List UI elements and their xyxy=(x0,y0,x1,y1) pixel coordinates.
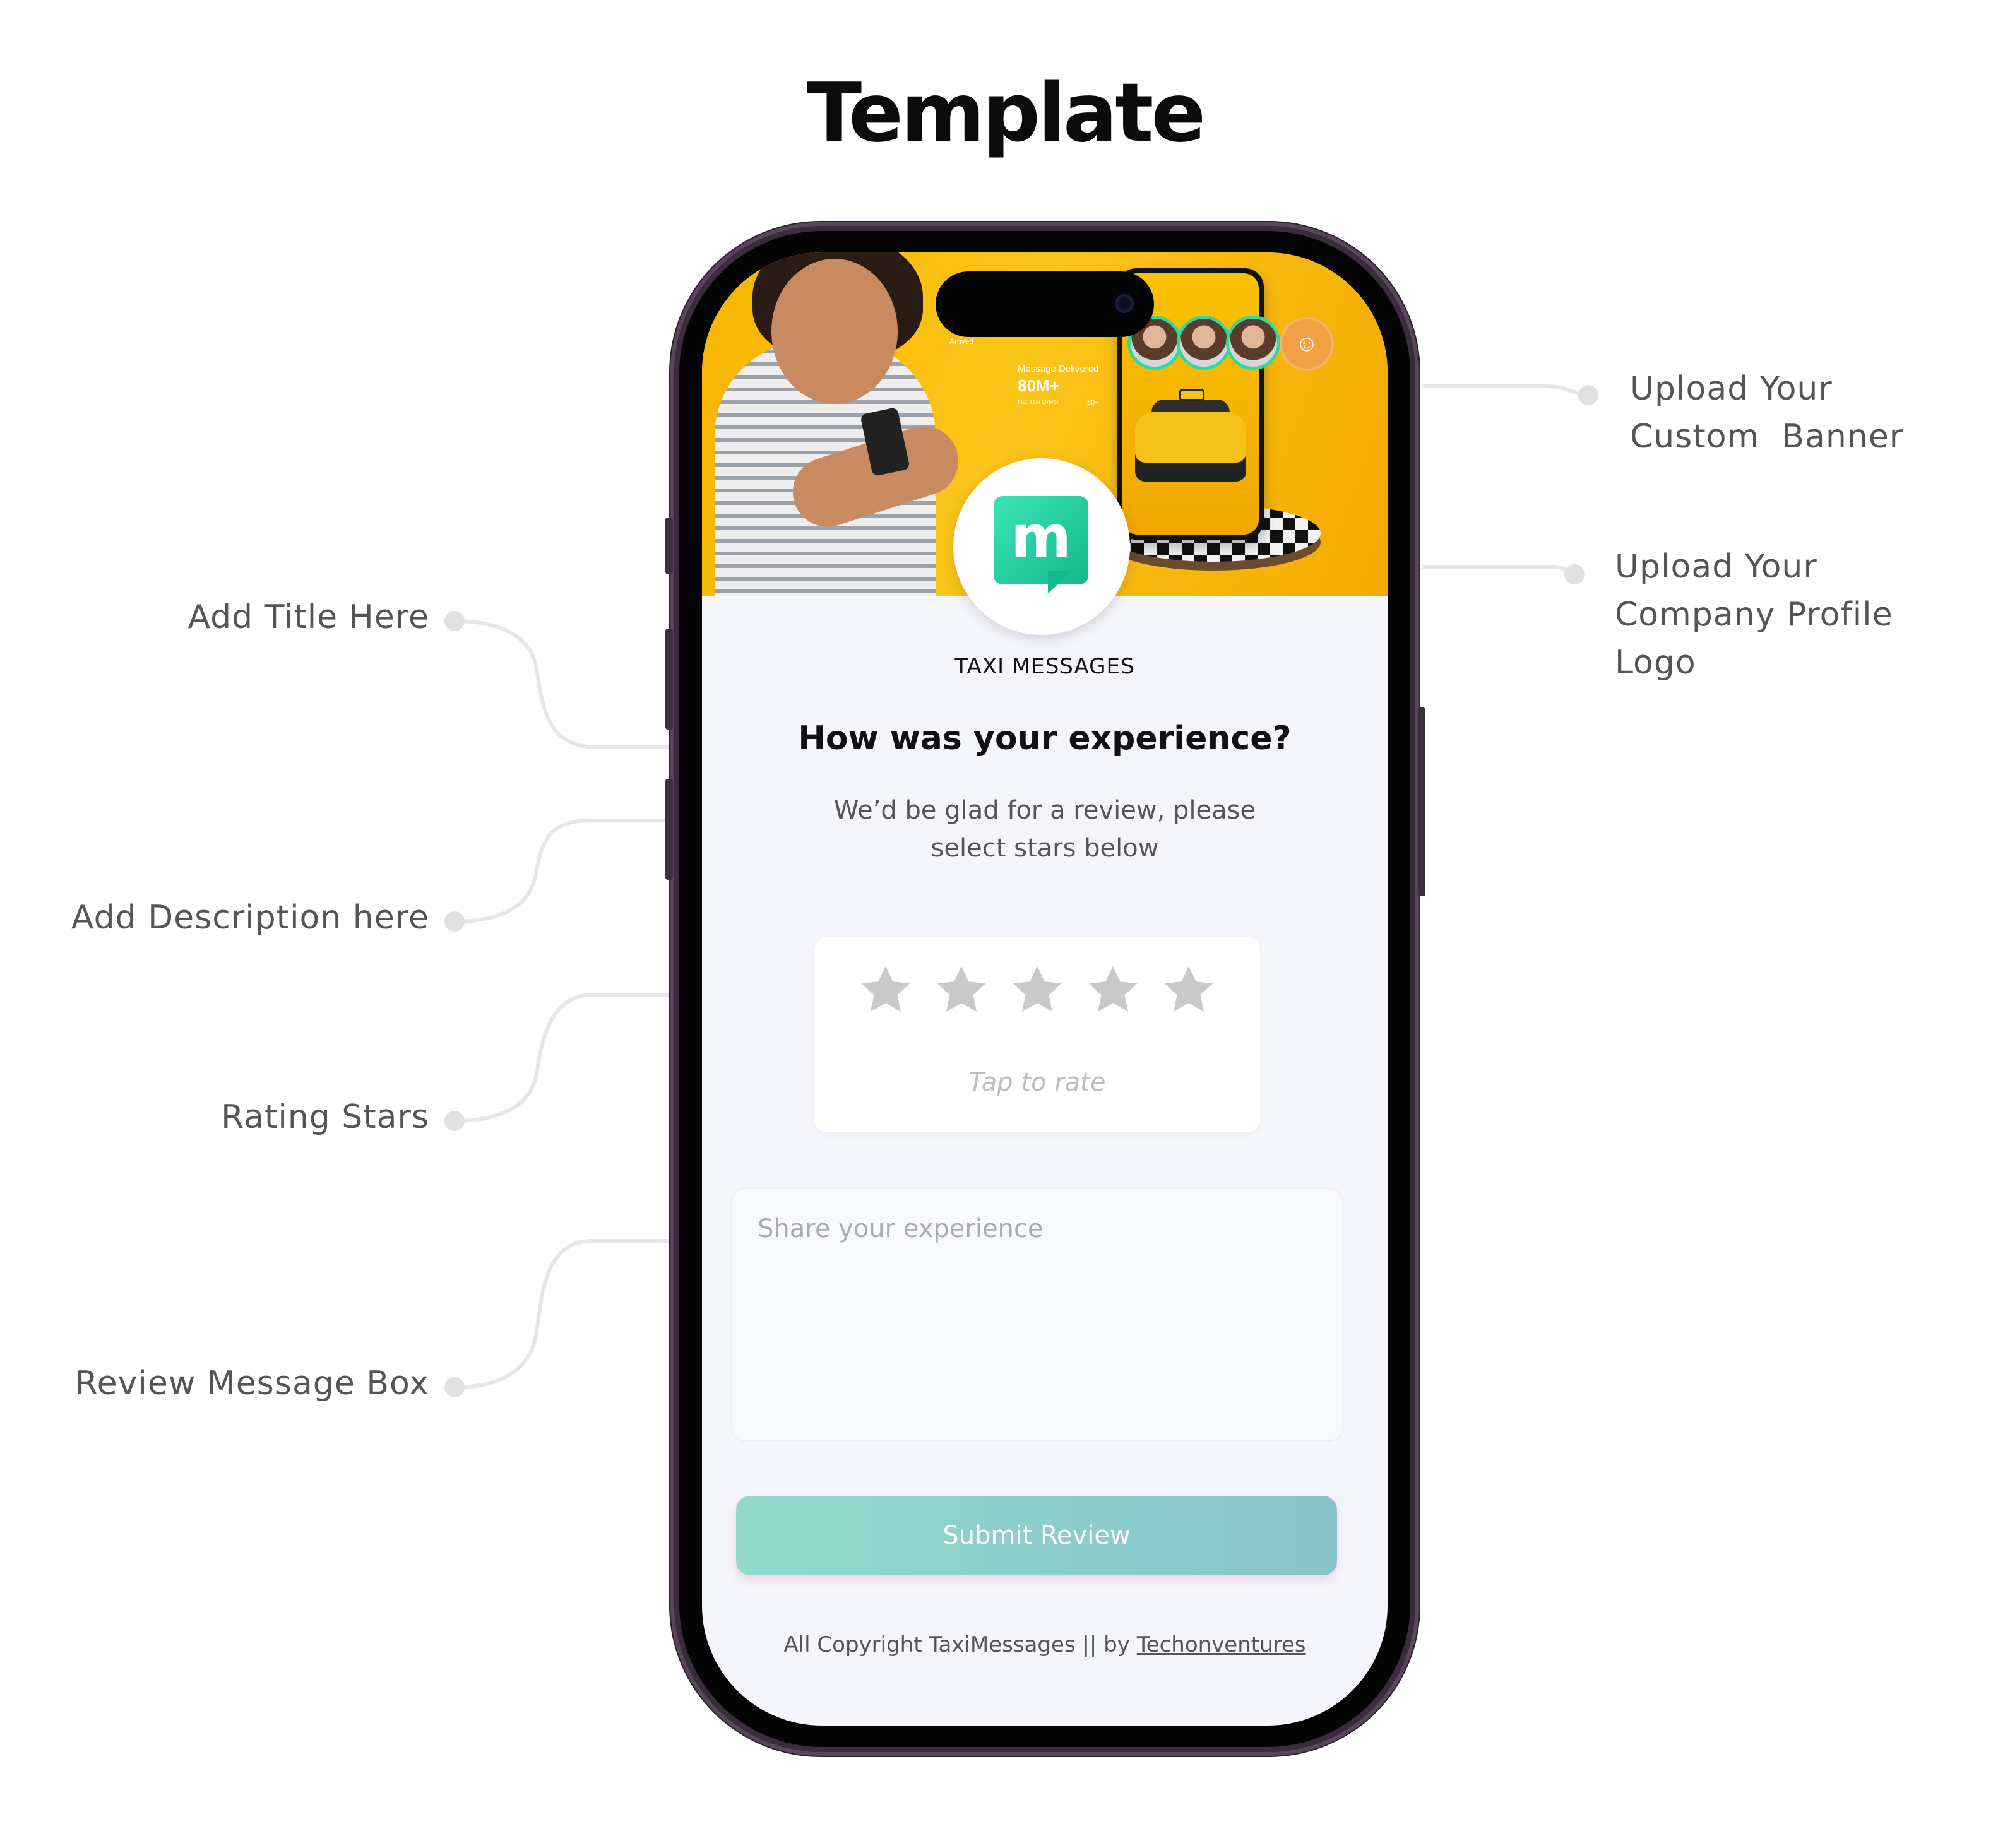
company-logo[interactable]: m xyxy=(953,458,1130,635)
annotation-rating: Rating Stars xyxy=(221,1098,429,1136)
submit-review-button[interactable]: Submit Review xyxy=(736,1496,1337,1575)
footer-copyright: All Copyright TaxiMessages || by Techonv… xyxy=(783,1632,1306,1657)
users-icon[interactable]: ☺ xyxy=(1280,317,1334,371)
review-title: How was your experience? xyxy=(798,720,1292,757)
annotation-description: Add Description here xyxy=(71,899,429,937)
banner-person-face xyxy=(771,259,898,404)
phone-volume-down xyxy=(665,779,673,880)
star-icon[interactable] xyxy=(1008,961,1067,1020)
chat-tail-icon xyxy=(1048,571,1073,593)
annotation-banner: Upload Your Custom Banner xyxy=(1630,370,1904,456)
banner-stat-sub-value: 80+ xyxy=(1087,399,1099,406)
annotation-title: Add Title Here xyxy=(187,598,429,636)
dynamic-island xyxy=(936,271,1154,337)
banner-stat-label: Arrived xyxy=(949,337,974,346)
annotation-review-box: Review Message Box xyxy=(74,1365,429,1402)
star-icon[interactable] xyxy=(1159,961,1218,1020)
avatar xyxy=(1226,316,1280,370)
techonventures-link[interactable]: Techonventures xyxy=(1137,1632,1306,1657)
taxi-icon xyxy=(1135,412,1246,482)
avatar xyxy=(1177,316,1231,370)
phone-power-button xyxy=(1418,707,1425,896)
banner-stat-caption: Message Delivered xyxy=(1018,364,1099,374)
phone-silent-switch xyxy=(665,518,673,574)
phone-volume-up xyxy=(665,629,673,730)
review-description: We’d be glad for a review, please select… xyxy=(833,796,1256,863)
company-name: TAXI MESSAGES xyxy=(954,654,1135,679)
taxi-sign xyxy=(1179,389,1204,401)
rating-stars[interactable] xyxy=(856,961,1218,1020)
camera-icon xyxy=(1115,294,1134,313)
rating-card: Tap to rate xyxy=(814,937,1260,1132)
star-icon[interactable] xyxy=(856,961,915,1020)
review-message-input[interactable] xyxy=(731,1188,1343,1442)
phone-screen: Arrived Message Delivered 80M+ No. Taxi … xyxy=(702,252,1388,1726)
star-icon[interactable] xyxy=(1083,961,1143,1020)
tap-to-rate-hint: Tap to rate xyxy=(968,1068,1106,1097)
banner-stat-value: 80M+ xyxy=(1018,376,1059,395)
annotation-logo: Upload Your Company Profile Logo xyxy=(1615,548,1893,682)
banner-stat-sub: No. Taxi Driver xyxy=(1018,399,1059,406)
tm-chat-logo-icon: m xyxy=(994,496,1088,584)
star-icon[interactable] xyxy=(932,961,991,1020)
banner-avatars xyxy=(1127,316,1280,370)
